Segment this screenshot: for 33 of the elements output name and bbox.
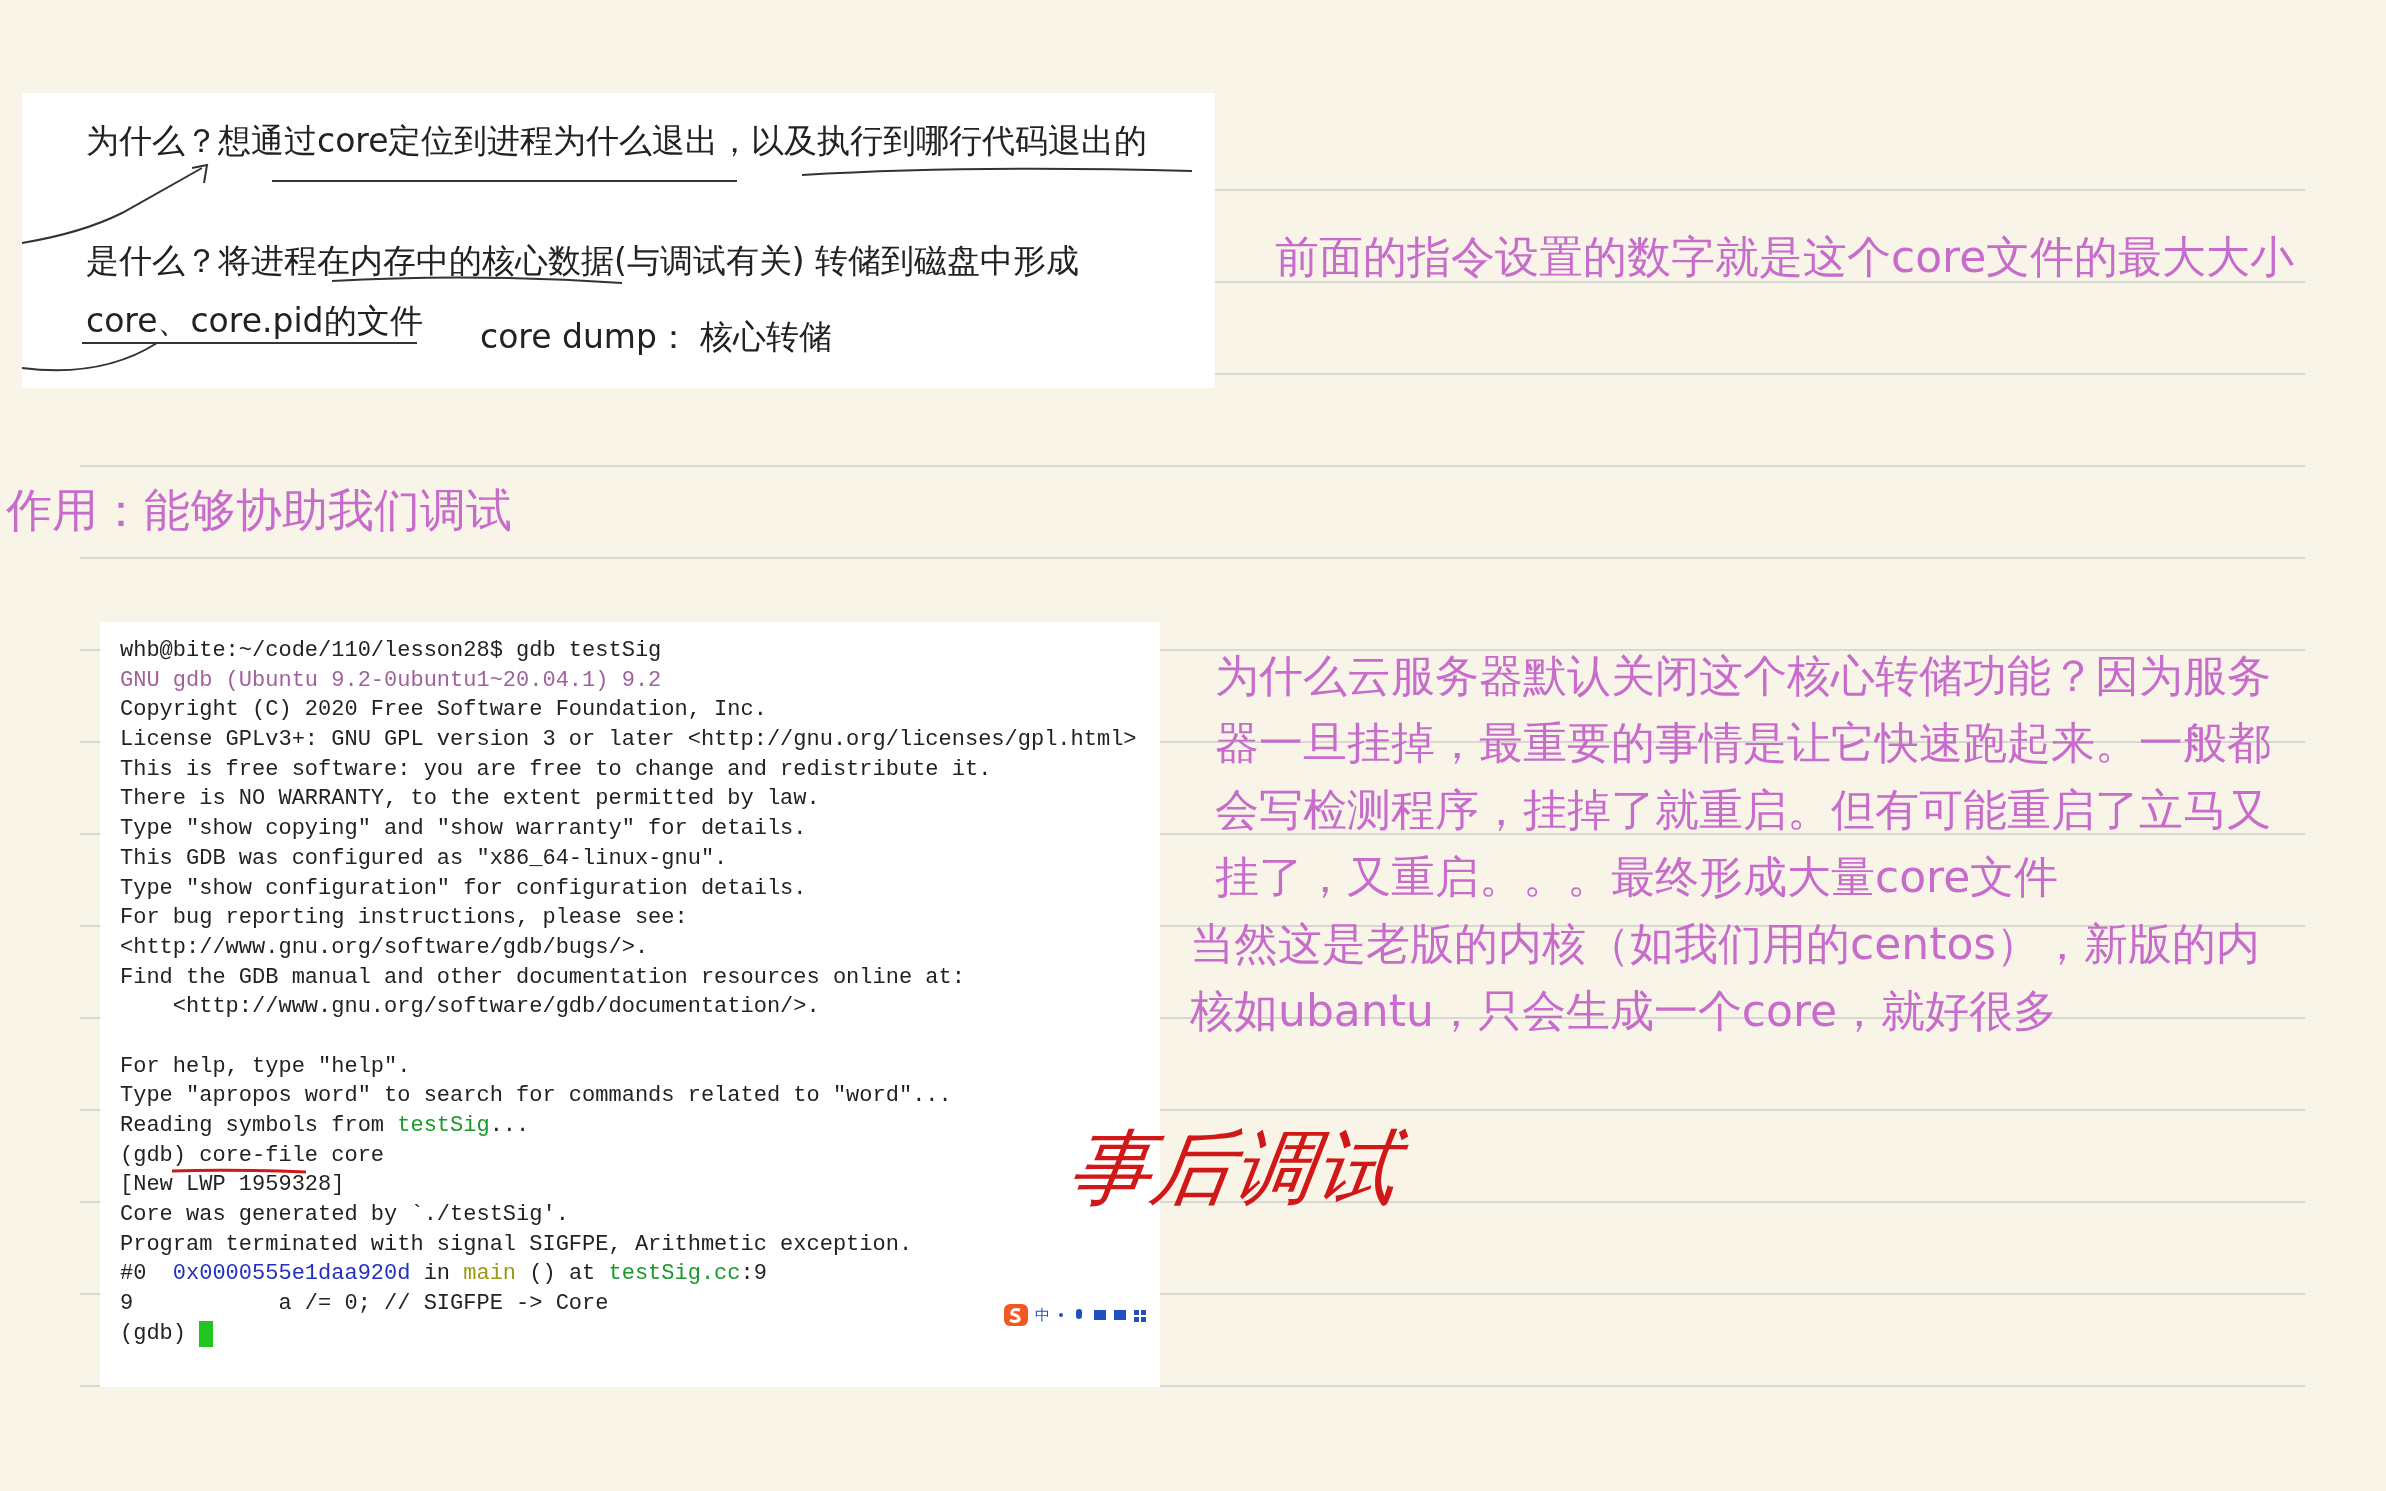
terminal-line: (gdb)	[120, 1322, 187, 1345]
terminal-line: Type "show copying" and "show warranty" for details.	[120, 818, 807, 841]
terminal-line: (gdb) core-file core	[120, 1144, 385, 1167]
clip-text: core、core.pid的文件	[86, 300, 423, 342]
ime-mode-label[interactable]: 中	[1035, 1305, 1050, 1325]
terminal-line: For help, type "help".	[120, 1055, 411, 1078]
terminal-line: <http://www.gnu.org/software/gdb/bugs/>.	[120, 936, 649, 959]
terminal-line: Find the GDB manual and other documentation resources online at:	[120, 966, 965, 989]
clip-text: core dump： 核心转储	[480, 316, 833, 358]
terminal-line: Type "apropos word" to search for commands related to "word"...	[120, 1085, 952, 1108]
terminal-line: For bug reporting instructions, please see:	[120, 907, 688, 930]
terminal-line: Program terminated with signal SIGFPE, Arithmetic exception.	[120, 1233, 913, 1256]
terminal-line: There is NO WARRANTY, to the extent permitted by law.	[120, 788, 820, 811]
terminal-line: #0 0x0000555e1daa920d in main () at testSig.cc:9	[120, 1263, 767, 1286]
clip-text: 是什么？将进程在内存中的核心数据(与调试有关) 转储到磁盘中形成	[86, 240, 1080, 282]
note-heading: 作用：能够协助我们调试	[6, 482, 513, 539]
terminal-line: This GDB was configured as "x86_64-linux-gnu".	[120, 847, 728, 870]
terminal-line: 9 a /= 0; // SIGFPE -> Core	[120, 1293, 609, 1316]
terminal-line: whb@bite:~/code/110/lesson28$ gdb testSig	[120, 640, 662, 662]
ime-logo-icon[interactable]	[1003, 1303, 1029, 1327]
terminal-line: This is free software: you are free to change and redistribute it.	[120, 758, 992, 781]
terminal-line: Type "show configuration" for configuration details.	[120, 877, 807, 900]
note-paragraph: 为什么云服务器默认关闭这个核心转储功能？因为服务器一旦挂掉，最重要的事情是让它快速跑起来。一般都会写检测程序，挂掉了就重启。但有可能重启了立马又挂了，又重启。。。最终形成大量core文件	[1215, 649, 2272, 904]
note-text: 前面的指令设置的数字就是这个core文件的最大大小	[1275, 230, 2295, 284]
clip-text: 为什么？想通过core定位到进程为什么退出，以及执行到哪行代码退出的	[86, 120, 1148, 162]
terminal-line: Reading symbols from testSig...	[120, 1115, 530, 1137]
note-paragraph: 当然这是老版的内核（如我们用的centos），新版的内核如ubantu，只会生成一个core，就好很多	[1190, 917, 2262, 1038]
terminal-line: Copyright (C) 2020 Free Software Foundation, Inc.	[120, 699, 767, 722]
terminal-line: [New LWP 1959328]	[120, 1174, 345, 1197]
terminal-line: <http://www.gnu.org/software/gdb/documentation/>.	[171, 996, 820, 1019]
terminal-line: License GPLv3+: GNU GPL version 3 or later <http://gnu.org/licenses/gpl.html>	[120, 729, 1137, 752]
terminal-line: Core was generated by `./testSig'.	[120, 1204, 569, 1227]
terminal-line: GNU gdb (Ubuntu 9.2-0ubuntu1~20.04.1) 9.2	[120, 669, 662, 692]
